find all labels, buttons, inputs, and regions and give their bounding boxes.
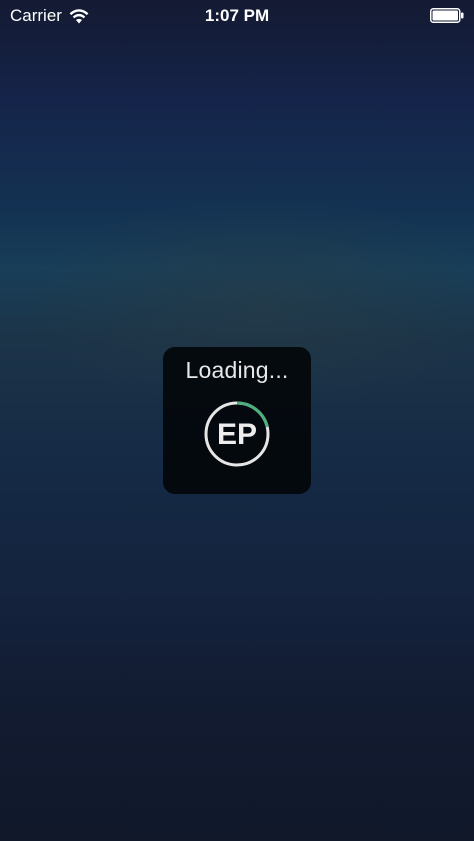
status-bar: Carrier 1:07 PM [0,0,474,32]
ep-logo-spinner-icon: EP [204,401,270,467]
loading-hud: Loading... EP [163,347,311,494]
loading-label: Loading... [185,357,289,383]
status-time: 1:07 PM [204,6,270,25]
battery-icon [430,8,464,23]
logo-text: EP [217,418,257,451]
